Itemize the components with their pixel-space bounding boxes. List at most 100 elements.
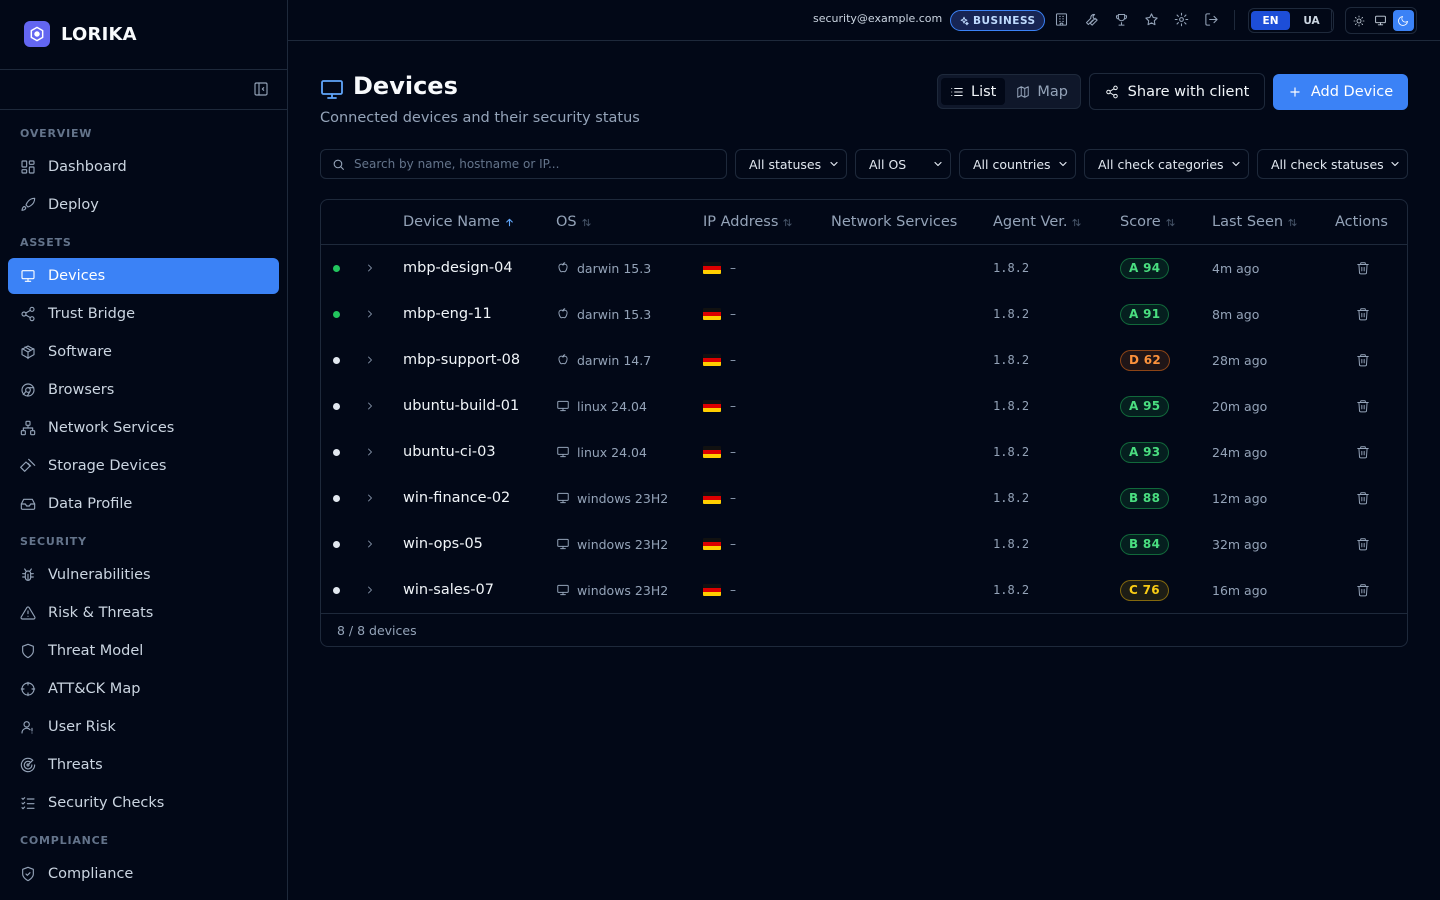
sidebar-item-software[interactable]: Software (8, 334, 279, 370)
table-row[interactable]: mbp-eng-11 darwin 15.3 – 1.8.2 A 91 8m ago (321, 291, 1407, 337)
monitor-icon (20, 268, 36, 284)
sidebar-item-dashboard[interactable]: Dashboard (8, 149, 279, 185)
sidebar-item-risk-threats[interactable]: Risk & Threats (8, 595, 279, 631)
trash-icon[interactable] (1356, 261, 1370, 275)
sidebar-item-browsers[interactable]: Browsers (8, 372, 279, 408)
sidebar-item-att-ck-map[interactable]: ATT&CK Map (8, 671, 279, 707)
search-input[interactable] (354, 157, 714, 171)
expand-row-icon[interactable] (364, 492, 376, 504)
column-os[interactable]: OS (556, 214, 592, 230)
sidebar-item-user-risk[interactable]: User Risk (8, 709, 279, 745)
expand-row-icon[interactable] (364, 446, 376, 458)
table-row[interactable]: win-ops-05 windows 23H2 – 1.8.2 B 84 32m ago (321, 521, 1407, 567)
device-ip: – (730, 583, 736, 597)
expand-row-icon[interactable] (364, 308, 376, 320)
collapse-sidebar-icon[interactable] (253, 81, 269, 97)
system-theme-button[interactable] (1370, 10, 1391, 31)
expand-row-icon[interactable] (364, 262, 376, 274)
expand-row-icon[interactable] (364, 538, 376, 550)
trash-icon[interactable] (1356, 537, 1370, 551)
monitor-icon (556, 537, 570, 551)
os-filter-select[interactable]: All OS (855, 149, 951, 179)
trash-icon[interactable] (1356, 491, 1370, 505)
gear-icon[interactable] (1174, 12, 1189, 27)
device-name[interactable]: ubuntu-ci-03 (403, 429, 496, 475)
device-ip: – (730, 307, 736, 321)
sidebar-item-network-services[interactable]: Network Services (8, 410, 279, 446)
device-name[interactable]: win-ops-05 (403, 521, 483, 567)
star-icon[interactable] (1144, 12, 1159, 27)
trash-icon[interactable] (1356, 583, 1370, 597)
lang-ua-button[interactable]: UA (1292, 11, 1331, 30)
device-name[interactable]: ubuntu-build-01 (403, 383, 519, 429)
device-name[interactable]: mbp-support-08 (403, 337, 520, 383)
list-view-button[interactable]: List (941, 78, 1006, 105)
flag-de-icon (703, 584, 721, 596)
sidebar-item-deploy[interactable]: Deploy (8, 187, 279, 223)
check-category-filter-select[interactable]: All check categories (1084, 149, 1249, 179)
agent-version: 1.8.2 (993, 445, 1030, 459)
column-agent-version[interactable]: Agent Ver. (993, 214, 1082, 230)
flag-de-icon (703, 262, 721, 274)
sidebar-item-trust-bridge[interactable]: Trust Bridge (8, 296, 279, 332)
wrench-icon[interactable] (1084, 12, 1099, 27)
trophy-icon[interactable] (1114, 12, 1129, 27)
logout-icon[interactable] (1204, 12, 1219, 27)
device-name[interactable]: win-finance-02 (403, 475, 510, 521)
device-name[interactable]: mbp-design-04 (403, 245, 513, 291)
app-name: LORIKA (61, 23, 137, 45)
expand-row-icon[interactable] (364, 584, 376, 596)
column-last-seen[interactable]: Last Seen (1212, 214, 1298, 230)
device-ip: – (730, 445, 736, 459)
table-row[interactable]: mbp-support-08 darwin 14.7 – 1.8.2 D 62 28m a… (321, 337, 1407, 383)
lang-en-button[interactable]: EN (1251, 11, 1290, 30)
sidebar-item-storage-devices[interactable]: Storage Devices (8, 448, 279, 484)
column-device-name[interactable]: Device Name (403, 214, 515, 230)
table-row[interactable]: win-finance-02 windows 23H2 – 1.8.2 B 88 12m … (321, 475, 1407, 521)
last-seen: 32m ago (1212, 536, 1268, 552)
table-row[interactable]: mbp-design-04 darwin 15.3 – 1.8.2 A 94 4m ago (321, 245, 1407, 291)
agent-version: 1.8.2 (993, 399, 1030, 413)
column-label: Actions (1335, 214, 1388, 230)
expand-row-icon[interactable] (364, 400, 376, 412)
building-icon[interactable] (1054, 12, 1069, 27)
sidebar-item-compliance[interactable]: Compliance (8, 856, 279, 892)
sidebar-item-data-profile[interactable]: Data Profile (8, 486, 279, 522)
map-view-button[interactable]: Map (1007, 78, 1077, 105)
table-row[interactable]: ubuntu-ci-03 linux 24.04 – 1.8.2 A 93 24m ago (321, 429, 1407, 475)
nav-section-security: SECURITY (20, 535, 87, 548)
trash-icon[interactable] (1356, 353, 1370, 367)
sidebar-item-label: Threats (48, 757, 103, 773)
trash-icon[interactable] (1356, 399, 1370, 413)
sidebar-item-security-checks[interactable]: Security Checks (8, 785, 279, 821)
sidebar-item-threats[interactable]: Threats (8, 747, 279, 783)
column-actions: Actions (1335, 214, 1388, 230)
trash-icon[interactable] (1356, 445, 1370, 459)
device-name[interactable]: mbp-eng-11 (403, 291, 492, 337)
status-filter-select[interactable]: All statuses (735, 149, 847, 179)
check-status-filter-value: All check statuses (1271, 156, 1384, 172)
share-with-client-button[interactable]: Share with client (1089, 73, 1265, 110)
light-theme-button[interactable] (1348, 10, 1369, 31)
check-status-filter-select[interactable]: All check statuses (1257, 149, 1408, 179)
add-device-button[interactable]: Add Device (1273, 74, 1408, 110)
column-score[interactable]: Score (1120, 214, 1176, 230)
trash-icon[interactable] (1356, 307, 1370, 321)
sidebar-item-devices[interactable]: Devices (8, 258, 279, 294)
device-name[interactable]: win-sales-07 (403, 567, 494, 613)
table-row[interactable]: win-sales-07 windows 23H2 – 1.8.2 C 76 16m ag… (321, 567, 1407, 613)
column-label: Last Seen (1212, 214, 1284, 230)
brand[interactable]: LORIKA (24, 21, 137, 47)
last-seen: 4m ago (1212, 260, 1260, 276)
sidebar-item-vulnerabilities[interactable]: Vulnerabilities (8, 557, 279, 593)
table-row[interactable]: ubuntu-build-01 linux 24.04 – 1.8.2 A 95 20m … (321, 383, 1407, 429)
plan-badge[interactable]: BUSINESS (950, 10, 1045, 31)
sidebar-item-label: Compliance (48, 866, 134, 882)
share-button-label: Share with client (1127, 83, 1250, 100)
sidebar-item-threat-model[interactable]: Threat Model (8, 633, 279, 669)
score-badge: A 95 (1120, 395, 1170, 417)
dark-theme-button[interactable] (1392, 10, 1414, 31)
column-ip-address[interactable]: IP Address (703, 214, 793, 230)
country-filter-select[interactable]: All countries (959, 149, 1076, 179)
expand-row-icon[interactable] (364, 354, 376, 366)
